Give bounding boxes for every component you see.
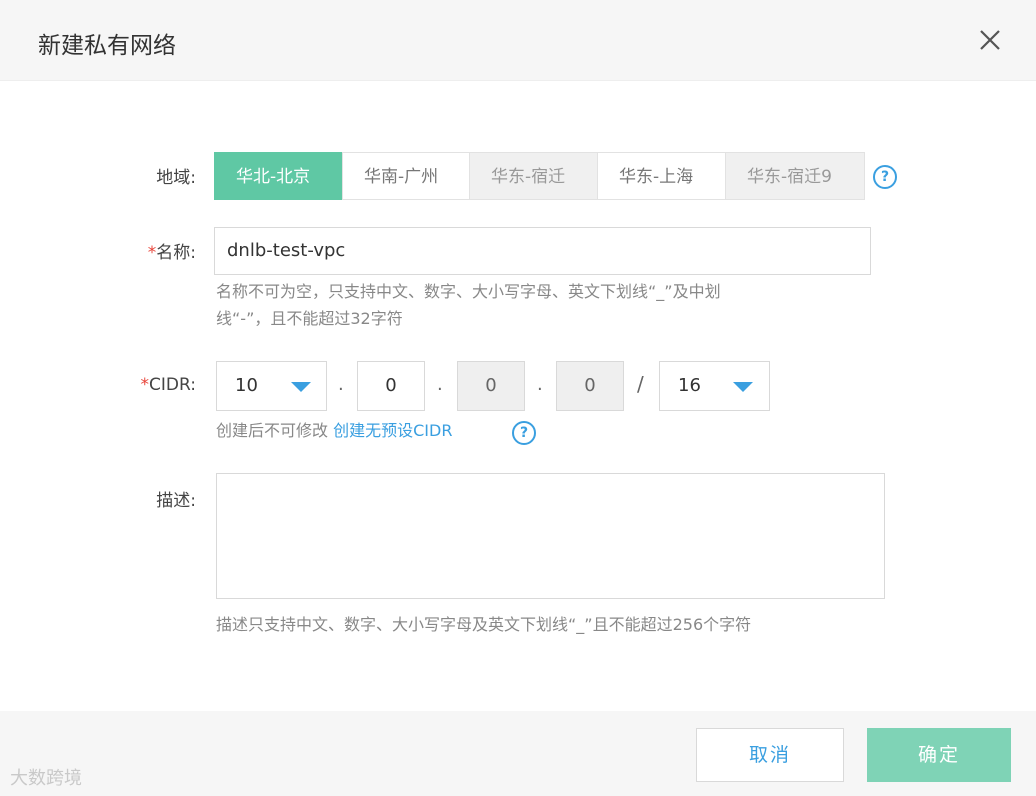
cidr-octet1-select[interactable]: 10 xyxy=(216,361,327,411)
name-hint-line1: 名称不可为空，只支持中文、数字、大小写字母、英文下划线“_”及中划 xyxy=(216,282,721,301)
cidr-label-text: CIDR: xyxy=(149,375,196,395)
region-option-shanghai[interactable]: 华东-上海 xyxy=(597,152,726,200)
name-label: *名称: xyxy=(0,238,196,263)
new-vpc-dialog: 新建私有网络 地域: 华北-北京 华南-广州 华东-宿迁 华东-上海 华东-宿迁… xyxy=(0,0,1036,796)
cidr-dot: . xyxy=(537,374,543,395)
create-no-preset-cidr-link[interactable]: 创建无预设CIDR xyxy=(333,421,452,440)
region-option-guangzhou[interactable]: 华南-广州 xyxy=(342,152,470,200)
chevron-down-icon xyxy=(733,382,753,392)
name-label-text: 名称: xyxy=(156,243,196,263)
region-option-suqian9[interactable]: 华东-宿迁9 xyxy=(725,152,865,200)
close-button[interactable] xyxy=(972,20,1008,60)
region-selector: 华北-北京 华南-广州 华东-宿迁 华东-上海 华东-宿迁9 xyxy=(214,152,865,200)
close-icon xyxy=(980,30,1000,50)
cidr-label: *CIDR: xyxy=(0,375,197,395)
required-mark: * xyxy=(140,375,150,395)
cidr-octet2-input[interactable]: 0 xyxy=(357,361,425,411)
name-hint-line2: 线“-”，且不能超过32字符 xyxy=(216,309,403,328)
cidr-dot: . xyxy=(338,374,344,395)
region-help-icon[interactable]: ? xyxy=(873,165,897,189)
confirm-button[interactable]: 确定 xyxy=(867,728,1011,782)
cidr-hint-text: 创建后不可修改 xyxy=(216,421,329,440)
description-textarea[interactable] xyxy=(216,473,885,599)
cidr-octet3-input: 0 xyxy=(457,361,525,411)
name-input-value: dnlb-test-vpc xyxy=(227,240,346,261)
cidr-mask-value: 16 xyxy=(678,375,701,396)
cidr-mask-select[interactable]: 16 xyxy=(659,361,770,411)
chevron-down-icon xyxy=(291,382,311,392)
region-option-suqian[interactable]: 华东-宿迁 xyxy=(469,152,598,200)
dialog-title: 新建私有网络 xyxy=(38,33,176,59)
cidr-dot: . xyxy=(437,374,443,395)
cidr-octet4-input: 0 xyxy=(556,361,624,411)
cidr-hint: 创建后不可修改 创建无预设CIDR xyxy=(216,418,452,444)
dialog-header: 新建私有网络 xyxy=(0,0,1036,81)
cidr-help-icon[interactable]: ? xyxy=(512,421,536,445)
cancel-button[interactable]: 取消 xyxy=(696,728,844,782)
cidr-slash: / xyxy=(637,372,644,396)
watermark: 大数跨境 xyxy=(10,768,82,789)
region-option-beijing[interactable]: 华北-北京 xyxy=(214,152,343,200)
required-mark: * xyxy=(147,243,157,263)
description-hint: 描述只支持中文、数字、大小写字母及英文下划线“_”且不能超过256个字符 xyxy=(216,615,752,634)
cidr-octet1-value: 10 xyxy=(235,375,258,396)
region-label: 地域: xyxy=(156,168,196,188)
description-label: 描述: xyxy=(156,491,196,511)
name-input[interactable]: dnlb-test-vpc xyxy=(214,227,871,275)
